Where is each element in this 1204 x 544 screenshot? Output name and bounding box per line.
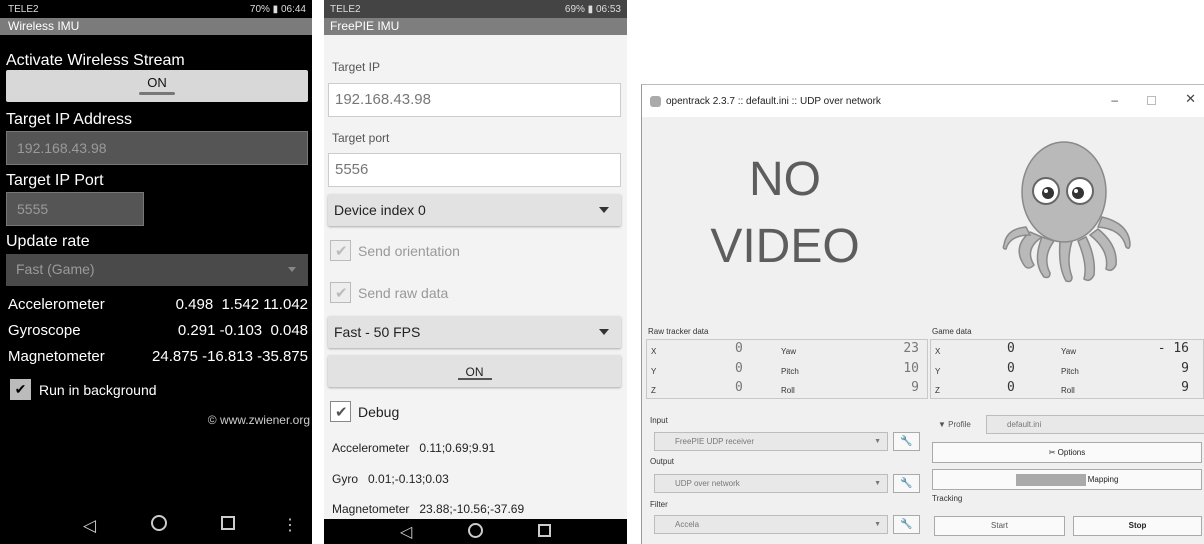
raw-tracker-label: Raw tracker data [648,327,709,336]
minimize-icon[interactable]: – [1111,93,1118,107]
dropdown-arrow-icon: ▼ [874,438,881,445]
checkmark-icon: ✔ [10,379,31,400]
filter-settings-wrench-icon[interactable]: 🔧 [893,515,920,534]
ip-label: Target IP [332,60,381,74]
tracking-label: Tracking [932,494,963,503]
on-toggle-button[interactable]: ON [328,355,621,387]
checkmark-icon: ✔ [335,404,348,421]
clock: 06:53 [595,3,621,15]
output-settings-wrench-icon[interactable]: 🔧 [893,474,920,493]
profile-menu[interactable]: ▼ Profile [938,420,971,429]
dropdown-arrow-icon: ▼ [874,480,881,487]
activate-label: Activate Wireless Stream [6,52,185,69]
input-label: Input [650,416,668,425]
recents-icon[interactable] [221,516,235,530]
accelerometer-readout: Accelerometer 0.11;0.69;9.91 [332,441,496,455]
home-icon[interactable] [151,515,167,531]
toggle-indicator [139,92,175,95]
output-label: Output [650,457,675,466]
input-select[interactable]: FreePIE UDP receiver ▼ [654,432,888,451]
send-orientation-checkbox[interactable]: ✔ Send orientation [330,240,460,261]
sensor-row: Magnetometer 24.875 -16.813 -35.875 [8,348,308,365]
carrier-label: TELE2 [330,3,361,15]
toggle-indicator [457,378,492,380]
copyright: © www.zwiener.org [207,413,310,427]
battery-percent: 70% [249,3,270,15]
magnetometer-readout: Magnetometer 23.88;-10.56;-37.69 [332,502,525,516]
dropdown-arrow-icon: ▼ [874,521,881,528]
status-bar: TELE2 69% ▮ 06:53 [324,0,627,18]
activate-toggle-button[interactable]: ON [6,70,308,102]
start-button[interactable]: Start [934,516,1065,536]
nav-bar: ◁ ⋮ [0,508,312,544]
app-icon [650,95,661,107]
app-title: FreePIE IMU [324,18,627,35]
dropdown-arrow-icon [599,329,609,335]
mapping-graph-icon [1015,473,1086,486]
checkmark-icon: ✔ [335,285,348,302]
filter-select[interactable]: Accela ▼ [654,515,888,534]
port-input[interactable]: 5556 [328,153,621,187]
mapping-button[interactable]: Mapping [932,469,1202,490]
ip-input[interactable]: 192.168.43.98 [6,131,308,165]
filter-label: Filter [650,500,668,509]
close-icon[interactable]: ✕ [1185,91,1196,107]
raw-tracker-box: X 0 Yaw 23 Y 0 Pitch 10 Z 0 Roll 9 [646,339,928,399]
debug-checkbox[interactable]: ✔ Debug [330,401,399,422]
maximize-icon[interactable] [1147,96,1156,105]
send-raw-checkbox[interactable]: ✔ Send raw data [330,282,448,303]
opentrack-window: opentrack 2.3.7 :: default.ini :: UDP ov… [641,84,1204,544]
sensor-row: Gyroscope 0.291 -0.103 0.048 [8,322,308,339]
wireless-imu-screen: TELE2 70% ▮ 06:44 Wireless IMU Activate … [0,0,312,544]
ip-input[interactable]: 192.168.43.98 [328,83,621,117]
game-data-label: Game data [932,327,972,336]
options-button[interactable]: ✂ Options [932,442,1202,463]
battery-percent: 69% [564,3,585,15]
rate-label: Update rate [6,233,90,250]
carrier-label: TELE2 [8,3,39,15]
freepie-imu-screen: TELE2 69% ▮ 06:53 FreePIE IMU Target IP … [324,0,627,544]
home-icon[interactable] [468,523,483,538]
octopus-logo [1002,141,1131,283]
input-settings-wrench-icon[interactable]: 🔧 [893,432,920,451]
gyro-readout: Gyro 0.01;-0.13;0.03 [332,472,449,486]
game-data-box: X 0 Yaw - 16 Y 0 Pitch 9 Z 0 Roll 9 [930,339,1204,399]
rate-select[interactable]: Fast (Game) [6,254,308,286]
port-input[interactable]: 5555 [6,192,144,226]
more-icon[interactable]: ⋮ [282,515,298,535]
nav-bar: ◁ [324,519,627,544]
title-bar: opentrack 2.3.7 :: default.ini :: UDP ov… [642,85,1204,117]
app-title: Wireless IMU [0,18,312,35]
back-icon[interactable]: ◁ [83,516,96,536]
port-label: Target port [332,131,390,145]
stop-button[interactable]: Stop [1073,516,1202,536]
dropdown-arrow-icon [599,207,609,213]
output-select[interactable]: UDP over network ▼ [654,474,888,493]
device-index-select[interactable]: Device index 0 [328,194,621,226]
back-icon[interactable]: ◁ [400,522,412,542]
ip-label: Target IP Address [6,111,132,128]
recents-icon[interactable] [538,524,551,537]
video-preview: NO VIDEO [710,153,860,273]
run-background-checkbox[interactable]: ✔ Run in background [10,379,157,400]
port-label: Target IP Port [6,172,104,189]
status-bar: TELE2 70% ▮ 06:44 [0,0,312,18]
clock: 06:44 [280,3,306,15]
sensor-row: Accelerometer 0.498 1.542 11.042 [8,296,308,313]
tools-icon: ✂ [1048,448,1056,457]
profile-select[interactable]: default.ini [986,415,1204,434]
checkmark-icon: ✔ [335,243,348,260]
window-title: opentrack 2.3.7 :: default.ini :: UDP ov… [666,95,881,107]
dropdown-arrow-icon [288,267,296,272]
fps-select[interactable]: Fast - 50 FPS [328,316,621,348]
